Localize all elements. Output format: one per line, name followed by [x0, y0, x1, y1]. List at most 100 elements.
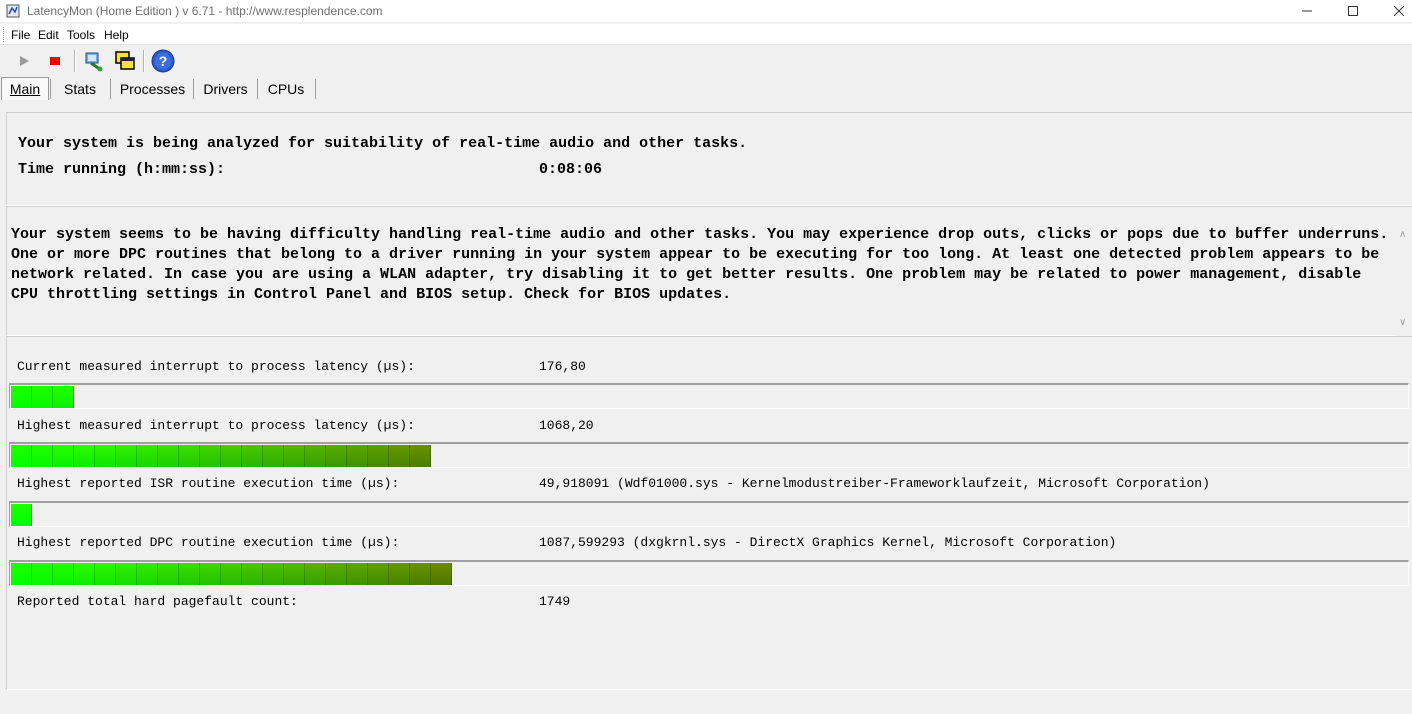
bar-segment	[221, 563, 242, 585]
bar-segment	[179, 445, 200, 467]
bar-segment	[53, 386, 74, 408]
bar-segment	[11, 504, 32, 526]
tab-separator	[193, 79, 194, 99]
menu-help[interactable]: Help	[104, 28, 129, 42]
tab-strip: Main Stats Processes Drivers CPUs	[0, 76, 1412, 102]
bar-segment	[305, 445, 326, 467]
drivers-button[interactable]	[82, 49, 106, 73]
bar-segment	[53, 563, 74, 585]
isr-time-label: Highest reported ISR routine execution t…	[17, 476, 400, 491]
isr-time-bar	[9, 501, 1409, 527]
tab-separator	[257, 79, 258, 99]
bar-segment	[389, 563, 410, 585]
conclusion-message: Your system seems to be having difficult…	[11, 226, 1389, 303]
bar-segment	[137, 563, 158, 585]
tab-main-label: Main	[9, 81, 41, 97]
bar-segment	[95, 563, 116, 585]
maximize-button[interactable]	[1330, 0, 1376, 22]
bar-segment	[53, 445, 74, 467]
isr-time-bar-fill	[11, 504, 32, 526]
highest-latency-bar	[9, 442, 1409, 468]
minimize-button[interactable]	[1284, 0, 1330, 22]
bar-segment	[11, 386, 32, 408]
bar-segment	[74, 563, 95, 585]
bar-segment	[32, 563, 53, 585]
scroll-up-icon[interactable]: ∧	[1399, 229, 1406, 240]
menu-grip	[3, 27, 6, 42]
window-icon	[115, 51, 135, 70]
analysis-status-text: Your system is being analyzed for suitab…	[18, 135, 748, 152]
bar-segment	[284, 445, 305, 467]
tab-separator	[315, 79, 316, 99]
bar-segment	[32, 386, 53, 408]
tab-stats-label: Stats	[64, 81, 96, 97]
help-icon: ?	[151, 49, 175, 73]
tab-separator	[50, 79, 51, 99]
message-panel: Your system seems to be having difficult…	[6, 206, 1412, 337]
dpc-time-value: 1087,599293 (dxgkrnl.sys - DirectX Graph…	[539, 535, 1117, 550]
toolbar-separator	[143, 50, 145, 72]
title-bar: LatencyMon (Home Edition ) v 6.71 - http…	[0, 0, 1412, 22]
highest-latency-label: Highest measured interrupt to process la…	[17, 418, 415, 433]
bar-segment	[32, 445, 53, 467]
dpc-time-bar-fill	[11, 563, 452, 585]
stop-button[interactable]	[43, 49, 67, 73]
bar-segment	[179, 563, 200, 585]
menu-edit[interactable]: Edit	[38, 28, 59, 42]
bar-segment	[263, 563, 284, 585]
bar-segment	[431, 563, 452, 585]
message-scrollbar[interactable]: ∧ ∨	[1396, 207, 1412, 337]
bar-segment	[263, 445, 284, 467]
scroll-down-icon[interactable]: ∨	[1399, 317, 1406, 328]
current-latency-label: Current measured interrupt to process la…	[17, 359, 415, 374]
tab-processes[interactable]: Processes	[115, 78, 190, 100]
maximize-icon	[1348, 6, 1358, 16]
menu-file[interactable]: File	[11, 28, 30, 42]
tab-separator	[110, 79, 111, 99]
tab-drivers-label: Drivers	[203, 81, 248, 97]
stop-icon	[50, 57, 60, 65]
bar-segment	[221, 445, 242, 467]
tab-cpus[interactable]: CPUs	[261, 78, 311, 100]
status-panel: Your system is being analyzed for suitab…	[6, 112, 1412, 206]
isr-time-value: 49,918091 (Wdf01000.sys - Kernelmodustre…	[539, 476, 1210, 491]
time-running-label: Time running (h:mm:ss):	[18, 161, 226, 178]
bar-segment	[116, 445, 137, 467]
bar-segment	[137, 445, 158, 467]
tab-cpus-label: CPUs	[267, 81, 305, 97]
time-running-value: 0:08:06	[539, 161, 603, 178]
help-button[interactable]: ?	[151, 49, 175, 73]
play-icon	[20, 56, 29, 66]
bar-segment	[368, 563, 389, 585]
tab-main[interactable]: Main	[1, 77, 49, 100]
current-latency-bar-fill	[11, 386, 74, 408]
bar-segment	[410, 445, 431, 467]
bar-segment	[200, 445, 221, 467]
close-button[interactable]	[1376, 0, 1412, 22]
bar-segment	[326, 563, 347, 585]
bar-segment	[242, 445, 263, 467]
bar-segment	[11, 445, 32, 467]
start-button[interactable]	[12, 49, 36, 73]
tab-processes-label: Processes	[119, 81, 186, 97]
bar-segment	[410, 563, 431, 585]
driver-icon	[85, 52, 103, 72]
bar-segment	[116, 563, 137, 585]
toolbar-separator	[74, 50, 76, 72]
bar-segment	[368, 445, 389, 467]
current-latency-bar	[9, 383, 1409, 409]
tab-drivers[interactable]: Drivers	[197, 78, 254, 100]
pagefault-count-label: Reported total hard pagefault count:	[17, 594, 298, 609]
close-icon	[1394, 6, 1404, 16]
bar-segment	[11, 563, 32, 585]
highest-latency-bar-fill	[11, 445, 431, 467]
bar-segment	[347, 445, 368, 467]
bar-segment	[242, 563, 263, 585]
tab-stats[interactable]: Stats	[55, 78, 105, 100]
window-button[interactable]	[113, 49, 137, 73]
bar-segment	[389, 445, 410, 467]
menu-tools[interactable]: Tools	[67, 28, 95, 42]
bar-segment	[158, 563, 179, 585]
bar-segment	[158, 445, 179, 467]
highest-latency-value: 1068,20	[539, 418, 594, 433]
